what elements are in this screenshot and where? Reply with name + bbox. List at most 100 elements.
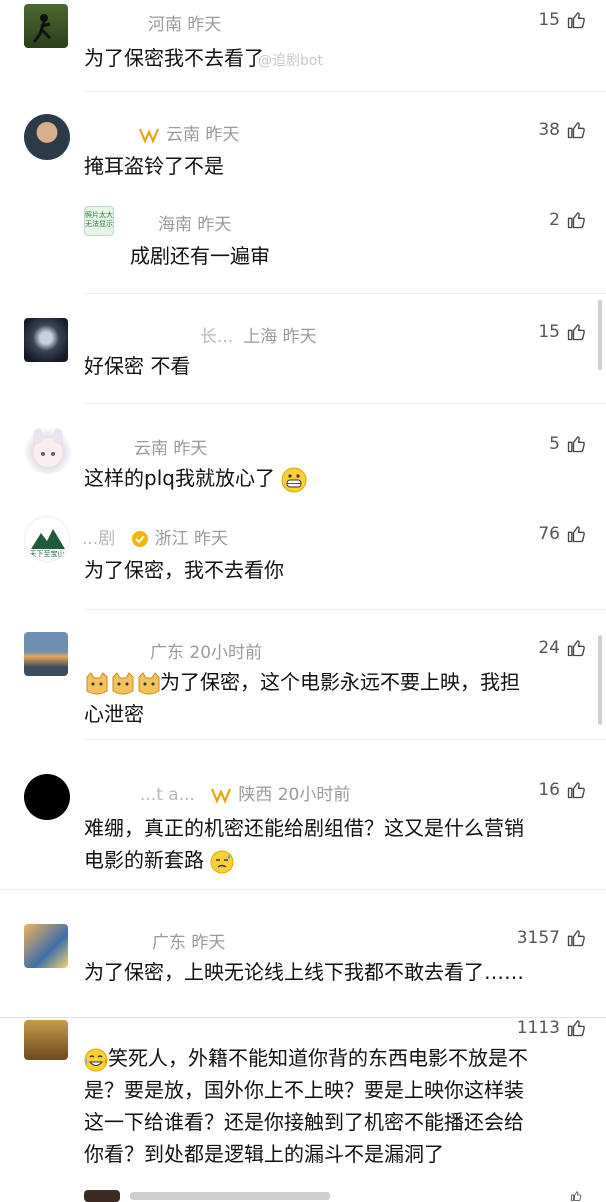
username: ...剧 [82,529,116,549]
username: ...t a... [140,785,195,805]
like-button[interactable]: 16 [538,780,586,800]
comment-meta: ...剧 浙江 昨天 [82,524,228,549]
location: 海南 [158,215,192,235]
like-count: 38 [538,120,560,140]
comment-text: 为了保密，我不去看你 [84,558,284,582]
comment-item: 广东 昨天 3157 为了保密，上映无论线上线下我都不敢去看了…… [0,890,606,1018]
like-button[interactable]: 3157 [517,928,586,948]
comment-meta: 广东 昨天 [152,928,225,953]
comment-item: 云南 昨天 5 这样的plq我就放心了 [0,404,606,500]
thumbs-up-icon [566,210,586,230]
comment-text: 为了保密，上映无论线上线下我都不敢去看了…… [84,960,524,984]
comment-meta: 长... 上海 昨天 [200,322,317,347]
thumbs-up-icon [566,928,586,948]
time: 昨天 [194,529,229,549]
thumbs-up-icon [566,10,586,30]
like-count: 2 [549,210,560,230]
like-count: 16 [538,780,560,800]
comment-item: 长... 上海 昨天 15 好保密 不看 [0,294,606,404]
time: 20小时前 [277,785,351,805]
location: 河南 [148,15,182,35]
thumbs-up-icon [566,434,586,454]
like-count: 15 [538,322,560,342]
grin-emoji-icon [281,467,307,492]
comment-item: 云南 昨天 38 掩耳盗铃了不是 [0,92,606,202]
comment-text: 好保密 不看 [84,354,191,378]
like-button[interactable]: 15 [538,10,586,30]
vip-badge-icon [138,128,160,144]
sweat-emoji-icon [210,850,234,873]
comment-item: 1113 笑死人，外籍不能知道你背的东西电影不放是不 是？要是放，国外你上不上映… [0,1018,606,1202]
like-count: 76 [538,524,560,544]
like-button[interactable]: 24 [538,638,586,658]
cat-emoji-icon [86,671,160,694]
location: 广东 [150,643,184,663]
like-count: 1113 [516,1018,560,1038]
avatar[interactable] [84,1190,120,1202]
like-count: 3157 [516,928,560,948]
like-count: 24 [538,638,560,658]
verified-badge-icon [131,531,148,547]
avatar[interactable] [24,114,70,160]
time: 20小时前 [189,643,263,663]
time: 昨天 [205,125,240,145]
comment-meta: 云南 昨天 [138,120,239,145]
time: 昨天 [197,215,232,235]
thumbs-up-icon [566,120,586,140]
location: 云南 [134,439,168,459]
comment-meta: ...t a... 陕西 20小时前 [140,780,350,805]
username: 长... [200,327,234,347]
avatar[interactable] [24,426,72,474]
avatar[interactable] [24,774,70,820]
like-button[interactable]: 38 [538,120,586,140]
time: 昨天 [282,327,317,347]
comment-meta: 云南 昨天 [134,434,207,459]
avatar-caption: 天下至宝山 [29,550,65,558]
comment-text: 掩耳盗铃了不是 [84,154,224,178]
avatar[interactable] [24,632,68,676]
avatar[interactable] [24,4,68,48]
time: 昨天 [173,439,208,459]
thumbs-up-icon [566,524,586,544]
avatar[interactable] [24,924,68,968]
reply-item: 照片太大 无法显示 海南 昨天 2 成剧还有一遍审 [0,202,606,294]
comment-text: 为了保密，这个电影永远不要上映，我担 心泄密 [84,670,520,726]
avatar[interactable] [24,318,68,362]
thumbs-up-icon[interactable] [566,1190,586,1202]
location: 上海 [243,327,278,347]
comment-text: 成剧还有一遍审 [130,244,270,268]
time: 昨天 [191,933,226,953]
like-count: 5 [549,434,560,454]
like-button[interactable]: 5 [549,434,586,454]
comment-meta: 广东 20小时前 [150,638,262,663]
vip-badge-icon [211,788,232,804]
comment-text: 难绷，真正的机密还能给剧组借？这又是什么营销 电影的新套路 [84,816,524,873]
comment-item: 广东 20小时前 24 为了保密，这个电影永远不要上映，我担 心泄密 [0,610,606,740]
like-button[interactable]: 76 [538,524,586,544]
comment-meta: 海南 昨天 [158,210,231,235]
like-button[interactable]: 15 [538,322,586,342]
comment-text: 笑死人，外籍不能知道你背的东西电影不放是不 是？要是放，国外你上不上映？要是上映… [84,1046,528,1166]
location: 云南 [166,125,200,145]
location: 浙江 [154,529,189,549]
like-button[interactable]: 2 [549,210,586,230]
thumbs-up-icon [566,1018,586,1038]
thumbs-up-icon [566,780,586,800]
avatar[interactable] [24,1020,68,1060]
thumbs-up-icon [566,638,586,658]
scrollbar[interactable] [598,300,602,370]
like-count: 15 [538,10,560,30]
truncated-username [130,1192,330,1200]
location: 陕西 [238,785,273,805]
comment-text: 这样的plq我就放心了 [84,462,307,494]
comment-text: 为了保密我不去看了 [84,46,264,70]
avatar[interactable]: 照片太大 无法显示 [84,206,114,236]
thumbs-up-icon [566,322,586,342]
scrollbar[interactable] [598,635,602,725]
comment-meta: 河南 昨天 [148,10,221,35]
like-button[interactable]: 1113 [517,1018,586,1038]
comment-item: 河南 昨天 15 为了保密我不去看了 [0,0,606,92]
avatar[interactable]: 天下至宝山 [24,516,70,562]
comment-item: ...t a... 陕西 20小时前 16 难绷，真正的机密还能给剧组借？这又是… [0,740,606,890]
laugh-cry-emoji-icon [84,1048,108,1071]
